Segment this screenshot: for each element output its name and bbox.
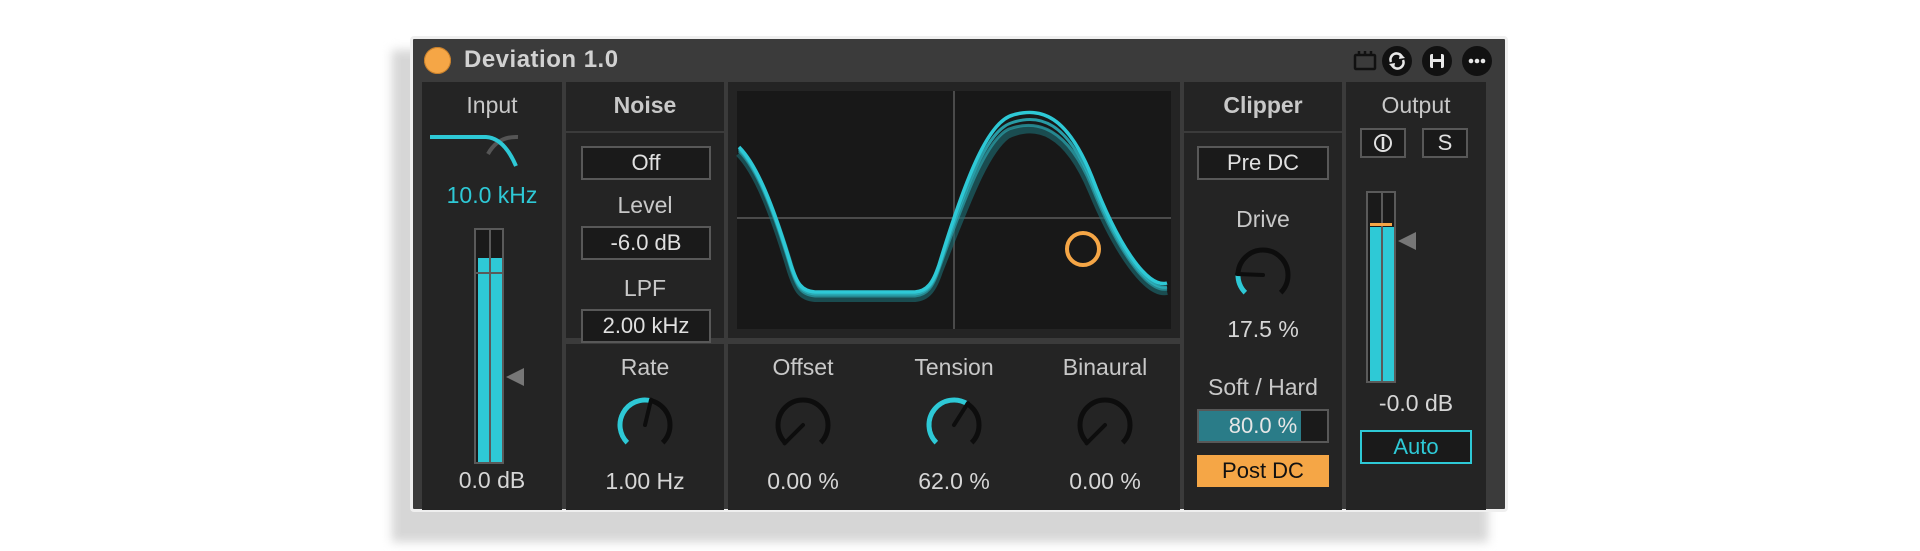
softhard-slider[interactable]: 80.0 % (1197, 409, 1329, 443)
output-gain-slider-handle[interactable] (1396, 230, 1418, 252)
rate-label: Rate (620, 354, 670, 380)
tension-value[interactable]: 62.0 % (889, 468, 1019, 495)
device-window: Deviation 1.0 Input 10.0 kHz 0.0 dB Nois… (410, 36, 1508, 512)
noise-level-value[interactable]: -6.0 dB (581, 226, 711, 260)
noise-title-separator (566, 131, 724, 133)
clipper-title: Clipper (1223, 92, 1303, 118)
offset-value[interactable]: 0.00 % (738, 468, 868, 495)
input-meter-right (491, 257, 502, 462)
output-panel: Output S -0.0 dB Auto (1346, 82, 1486, 510)
auto-gain-button[interactable]: Auto (1360, 430, 1472, 464)
waveform-graph (736, 91, 1171, 329)
offset-knob[interactable] (770, 392, 836, 458)
output-meter-right (1383, 226, 1394, 381)
input-peak-line (476, 272, 502, 274)
post-dc-toggle[interactable]: Post DC (1197, 455, 1329, 487)
clipper-panel: Clipper Pre DC Drive 17.5 % Soft / Hard … (1184, 82, 1342, 510)
output-meter-left (1370, 226, 1381, 381)
output-gain-value[interactable]: -0.0 dB (1346, 390, 1486, 417)
input-filter-curve[interactable] (428, 132, 528, 172)
xy-control-handle (1065, 231, 1101, 267)
rate-panel: Rate 1.00 Hz (566, 344, 724, 510)
input-meter-left (478, 257, 489, 462)
noise-panel: Noise Off Level -6.0 dB LPF 2.00 kHz (566, 82, 724, 343)
output-peak-line (1370, 223, 1392, 226)
save-icon[interactable] (1422, 46, 1452, 76)
more-icon[interactable] (1462, 46, 1492, 76)
device-title: Deviation 1.0 (464, 46, 619, 73)
noise-title: Noise (613, 92, 677, 118)
clipper-mode-selector[interactable]: Pre DC (1197, 146, 1329, 180)
solo-button[interactable]: S (1422, 128, 1468, 158)
noise-level-label: Level (617, 192, 673, 218)
noise-mode-selector[interactable]: Off (581, 146, 711, 180)
tension-knob[interactable] (921, 392, 987, 458)
drive-knob[interactable] (1230, 242, 1296, 308)
softhard-label: Soft / Hard (1208, 374, 1318, 400)
waveform-display[interactable] (736, 91, 1171, 329)
tension-label: Tension (914, 354, 994, 380)
midi-map-icon[interactable] (1353, 51, 1377, 71)
offset-label: Offset (772, 354, 834, 380)
noise-lpf-value[interactable]: 2.00 kHz (581, 309, 711, 343)
device-power-button[interactable] (424, 47, 451, 74)
waveform-display-frame (728, 82, 1180, 338)
binaural-value[interactable]: 0.00 % (1040, 468, 1170, 495)
output-title: Output (1381, 92, 1451, 118)
rate-knob[interactable] (612, 392, 678, 458)
input-meter (474, 228, 504, 464)
output-meter (1366, 191, 1396, 383)
drive-value[interactable]: 17.5 % (1184, 316, 1342, 343)
output-meter-divider (1381, 193, 1383, 381)
drive-label: Drive (1236, 206, 1290, 232)
refresh-icon[interactable] (1382, 46, 1412, 76)
rate-value[interactable]: 1.00 Hz (566, 468, 724, 495)
input-panel: Input 10.0 kHz 0.0 dB (422, 82, 562, 510)
titlebar: Deviation 1.0 (413, 39, 1505, 79)
phase-invert-button[interactable] (1360, 128, 1406, 158)
clipper-title-separator (1184, 131, 1342, 133)
binaural-label: Binaural (1062, 354, 1148, 380)
binaural-knob[interactable] (1072, 392, 1138, 458)
input-meter-divider (489, 230, 491, 462)
shape-panel: Offset 0.00 % Tension 62.0 % Binaural 0.… (728, 344, 1180, 510)
noise-lpf-label: LPF (623, 275, 667, 301)
input-gain-value[interactable]: 0.0 dB (422, 467, 562, 494)
input-filter-frequency[interactable]: 10.0 kHz (422, 182, 562, 209)
phase-invert-icon (1374, 134, 1392, 152)
input-title: Input (466, 92, 518, 118)
input-gain-slider-handle[interactable] (504, 366, 526, 388)
softhard-value: 80.0 % (1228, 413, 1298, 438)
